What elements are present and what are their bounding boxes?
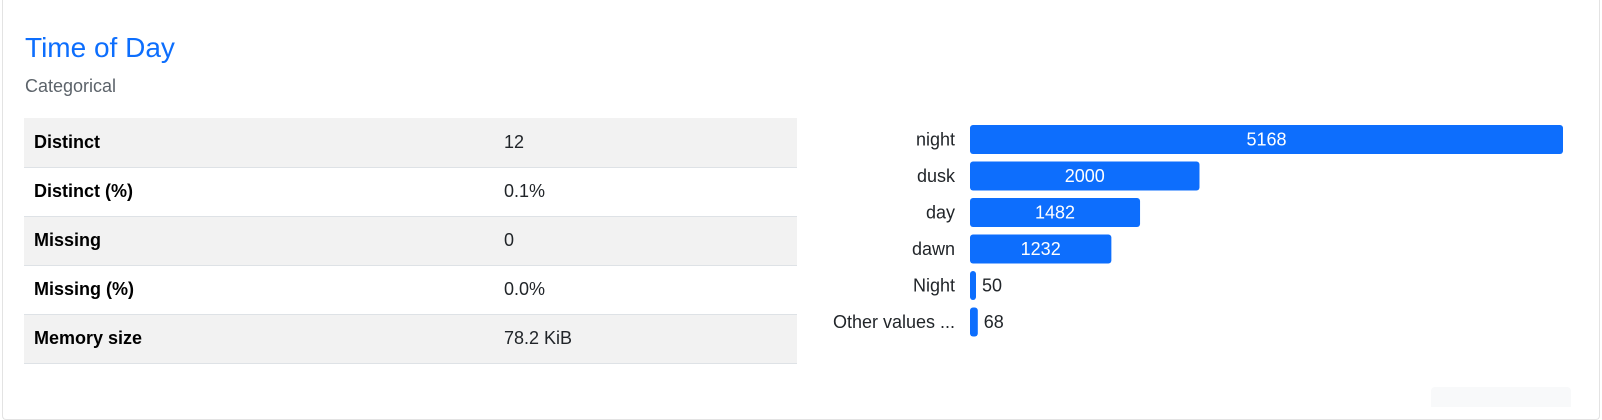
table-row: Missing (%) 0.0% [24, 265, 797, 315]
stat-label: Missing [24, 216, 494, 266]
category-label-day: day [926, 203, 955, 223]
stat-value: 0.1% [494, 167, 797, 217]
category-label-other-values: Other values ... [833, 312, 955, 332]
stat-label: Missing (%) [24, 265, 494, 315]
category-label-dusk: dusk [917, 166, 956, 186]
table-row: Memory size 78.2 KiB [24, 314, 797, 364]
stat-label: Distinct (%) [24, 167, 494, 217]
category-label-dawn: dawn [912, 239, 955, 259]
bar-value-other-values: 68 [984, 312, 1004, 332]
category-label-night: Night [913, 276, 955, 296]
stat-value: 0 [494, 216, 797, 266]
stat-value: 12 [494, 118, 797, 168]
bar-value-day: 1482 [1035, 203, 1075, 223]
variable-title[interactable]: Time of Day [25, 31, 175, 65]
bar-value-dusk: 2000 [1065, 166, 1105, 186]
stats-table: Distinct 12 Distinct (%) 0.1% Missing 0 … [24, 118, 797, 364]
stat-value: 78.2 KiB [494, 314, 797, 364]
stat-label: Distinct [24, 118, 494, 168]
category-label-night: night [916, 130, 955, 150]
table-row: Missing 0 [24, 216, 797, 266]
table-row: Distinct 12 [24, 118, 797, 168]
variable-card: Time of Day Categorical Distinct 12 Dist… [2, 0, 1600, 420]
card-footer-tab [1431, 387, 1571, 407]
bar-value-dawn: 1232 [1021, 239, 1061, 259]
variable-type: Categorical [25, 76, 117, 96]
bar-night [970, 271, 976, 300]
table-row: Distinct (%) 0.1% [24, 167, 797, 217]
bar-value-night: 50 [982, 276, 1002, 296]
frequency-bar-chart: night 5168 dusk 2000 day 1482 dawn 1232 Night 50 O… [833, 125, 1563, 337]
bar-value-night: 5168 [1246, 130, 1286, 150]
bar-other-values [970, 307, 978, 337]
stat-value: 0.0% [494, 265, 797, 315]
stat-label: Memory size [24, 314, 494, 364]
